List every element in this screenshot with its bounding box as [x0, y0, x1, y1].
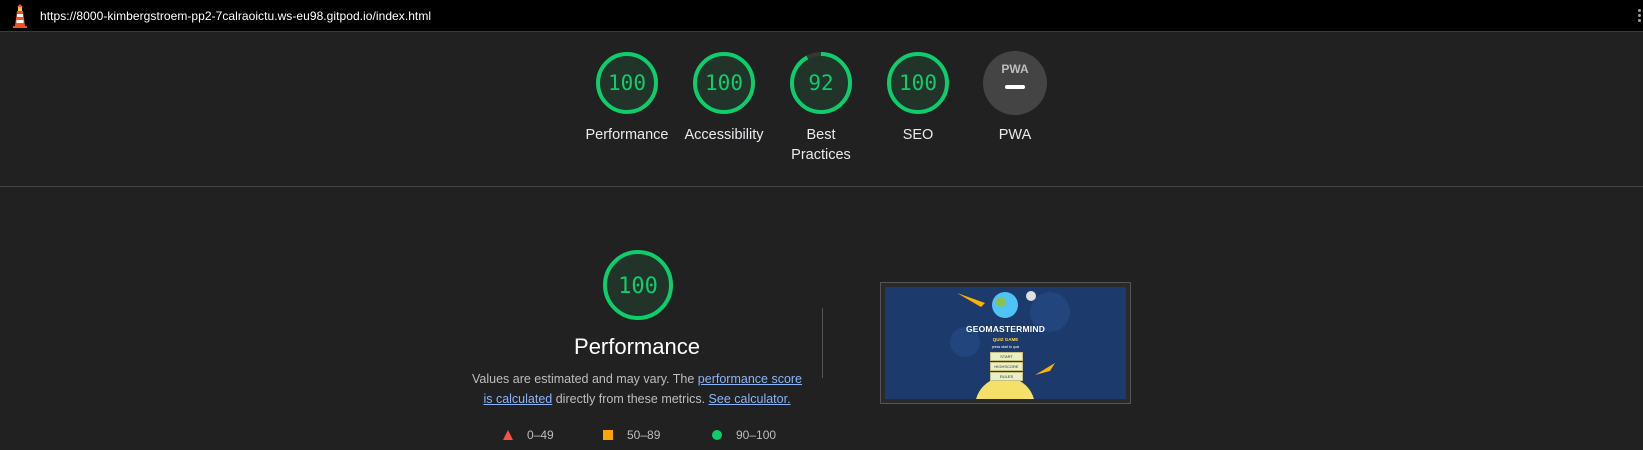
legend-label: 90–100	[736, 428, 777, 442]
performance-title: Performance	[574, 334, 700, 359]
gauge-ring: 92	[790, 52, 852, 114]
fail-triangle-icon	[503, 430, 513, 440]
screenshot-button: START	[990, 352, 1023, 361]
legend-good: 90–100	[712, 428, 776, 442]
see-calculator-link[interactable]: See calculator.	[709, 392, 791, 406]
performance-description: Values are estimated and may vary. The p…	[470, 369, 804, 409]
gauge-pwa[interactable]: PWA PWA	[965, 50, 1065, 145]
performance-score: 100	[618, 274, 658, 299]
pwa-badge-icon: PWA	[983, 51, 1047, 115]
description-text: Values are estimated and may vary. The	[471, 372, 698, 386]
gauge-ring: 100	[596, 52, 658, 114]
screenshot-subtitle: QUIZ GAME	[992, 337, 1019, 342]
screenshot-button: HIGHSCORE	[990, 362, 1023, 371]
gauge-score: 100	[899, 71, 937, 95]
gauge-label: PWA	[998, 127, 1032, 143]
category-summary: 100 Performance 100 Accessibility 92 Bes…	[0, 32, 1643, 187]
average-square-icon	[603, 430, 613, 440]
gauge-ring: 100	[693, 52, 755, 114]
legend-label: 0–49	[527, 428, 554, 442]
legend-average: 50–89	[603, 428, 660, 442]
pwa-badge-text: PWA	[1001, 62, 1029, 76]
gauge-label: Performance	[585, 127, 669, 143]
gauge-score: 100	[608, 71, 646, 95]
report-topbar: https://8000-kimbergstroem-pp2-7calraoic…	[0, 0, 1643, 32]
performance-gauge: 100	[603, 250, 673, 320]
gauge-score: 92	[808, 71, 833, 95]
screenshot-hint: press start to quiz	[991, 345, 1020, 349]
pass-circle-icon	[712, 430, 722, 440]
section-divider	[822, 308, 823, 378]
legend-poor: 0–49	[503, 428, 554, 442]
gauge-accessibility[interactable]: 100 Accessibility	[674, 50, 774, 145]
more-options-icon[interactable]	[1635, 9, 1643, 25]
legend-label: 50–89	[627, 428, 661, 442]
gauge-performance[interactable]: 100 Performance	[577, 50, 677, 145]
lighthouse-icon	[13, 4, 27, 28]
screenshot-title: GEOMASTERMIND	[965, 324, 1046, 334]
page-url: https://8000-kimbergstroem-pp2-7calraoic…	[40, 9, 432, 23]
gauge-best-practices[interactable]: 92 Best Practices	[771, 50, 871, 165]
gauge-label: SEO	[902, 127, 934, 143]
description-text: directly from these metrics.	[552, 392, 709, 406]
screenshot-button: RULES	[990, 372, 1023, 381]
screenshot-art-icon	[950, 291, 1070, 399]
gauge-score: 100	[705, 71, 743, 95]
gauge-seo[interactable]: 100 SEO	[868, 50, 968, 145]
screenshot-image: GEOMASTERMIND QUIZ GAME press start to q…	[885, 287, 1126, 399]
gauge-label: Accessibility	[684, 127, 764, 143]
gauge-label: Best Practices	[791, 127, 851, 163]
gauge-ring: 100	[887, 52, 949, 114]
final-screenshot[interactable]: GEOMASTERMIND QUIZ GAME press start to q…	[880, 282, 1131, 404]
